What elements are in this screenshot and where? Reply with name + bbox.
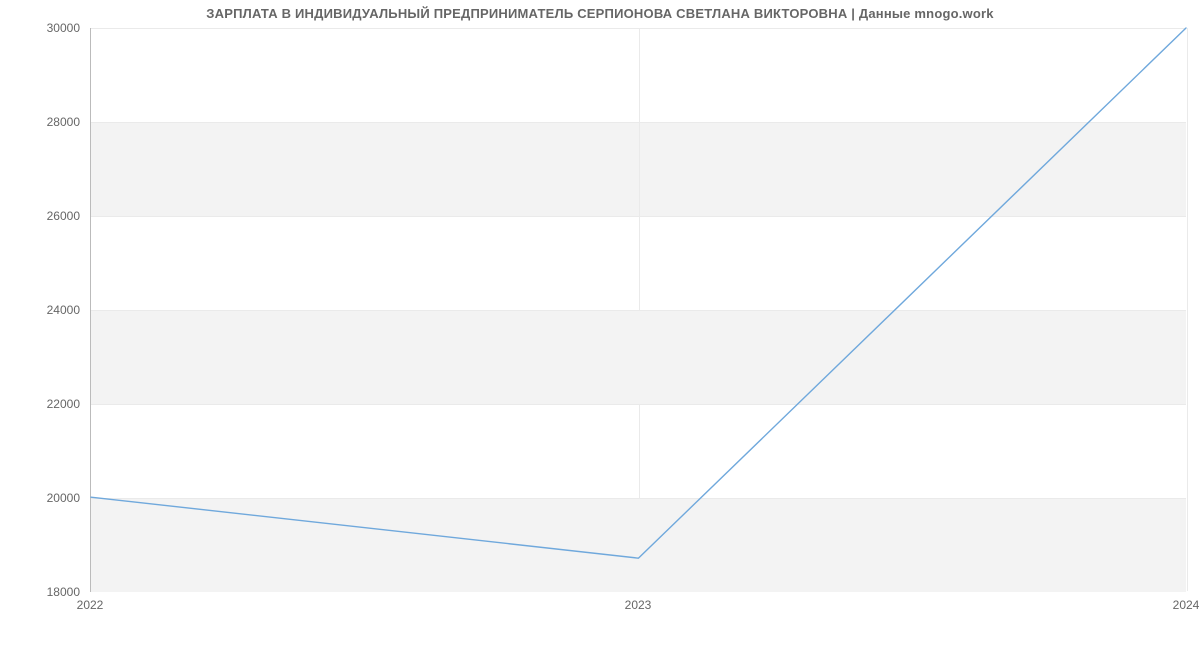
line-series xyxy=(91,28,1186,591)
y-tick-label: 18000 xyxy=(0,585,80,599)
y-tick-label: 30000 xyxy=(0,21,80,35)
series-line xyxy=(91,28,1186,558)
y-tick-label: 22000 xyxy=(0,397,80,411)
x-tick-label: 2022 xyxy=(77,598,104,612)
y-tick-label: 26000 xyxy=(0,209,80,223)
y-tick-label: 28000 xyxy=(0,115,80,129)
chart-container: ЗАРПЛАТА В ИНДИВИДУАЛЬНЫЙ ПРЕДПРИНИМАТЕЛ… xyxy=(0,0,1200,650)
x-tick-label: 2023 xyxy=(625,598,652,612)
plot-area xyxy=(90,28,1186,592)
v-gridline xyxy=(1187,28,1188,591)
x-tick-label: 2024 xyxy=(1173,598,1200,612)
y-tick-label: 24000 xyxy=(0,303,80,317)
y-tick-label: 20000 xyxy=(0,491,80,505)
chart-title: ЗАРПЛАТА В ИНДИВИДУАЛЬНЫЙ ПРЕДПРИНИМАТЕЛ… xyxy=(0,6,1200,21)
